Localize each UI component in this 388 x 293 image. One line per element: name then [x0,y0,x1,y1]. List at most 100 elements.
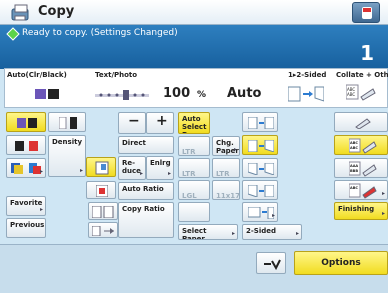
original-type-button[interactable] [86,181,116,199]
zoom-plus-button[interactable]: + [146,112,174,134]
enlarge-label: Enlrg [150,159,171,167]
svg-text:ABC: ABC [350,186,358,190]
staple-sort-icon: ABC [349,183,377,199]
color-options-button[interactable]: ▸ [6,158,46,178]
user-menu-button[interactable] [352,2,380,23]
density-lighter-darker-button[interactable] [48,112,86,132]
two-sided-button[interactable]: 2-Sided ▸ [242,224,302,240]
direct-button[interactable]: Direct [118,136,174,154]
density-slider-icon [95,90,149,100]
zoom-unit: % [197,90,207,100]
previous-settings-label: Previous Settings [10,221,45,229]
submenu-arrow-icon: ▸ [79,167,83,174]
duplex-options-button[interactable]: ▸ [242,202,278,222]
density-button[interactable]: Density ▸ [48,135,86,177]
paper-11x17-button[interactable]: 11x17 [212,180,240,200]
group-icon: AAABBB [349,161,377,177]
duplex-2to1-button[interactable] [242,180,278,200]
original-size-button[interactable] [88,202,118,220]
finishing-button-label: Finishing [338,205,375,213]
plus-label: + [156,113,168,129]
collate-button[interactable]: ABC ABC [334,135,388,155]
group-button[interactable]: AAA BBB [334,158,388,178]
paper-lgl-label: LGL [182,192,197,200]
two-sided-label: 2-Sided [246,227,276,235]
zoom-minus-button[interactable]: − [118,112,146,134]
duplex-label: 1▸2-Sided [288,71,327,79]
status-message: Ready to copy. (Settings Changed) [22,28,178,38]
svg-text:ABC: ABC [347,92,355,97]
reduce-button[interactable]: Re- duce ▸ [118,156,146,180]
svg-text:BBB: BBB [350,169,358,173]
paper-ltr-button[interactable]: LTR [178,136,210,156]
density-label: Density [52,138,83,146]
mixed-originals-icon [92,226,114,236]
staple-icon [355,118,371,129]
favorite-settings-button[interactable]: Favorite Settings ▸ [6,196,46,216]
copy-ratio-button[interactable]: Copy Ratio [118,202,174,238]
submenu-arrow-icon: ▸ [381,190,385,197]
duplex-2to2-button[interactable] [242,158,278,178]
color-mode-setting[interactable]: Auto(Clr/Black) [5,69,89,107]
color-black-icon [17,118,37,128]
staple-button[interactable]: ABC ▸ [334,180,388,200]
change-paper-button[interactable]: Chg. Paper ▸ [212,136,240,156]
duplex-setting[interactable]: 1▸2-Sided [282,69,332,107]
auto-ratio-button[interactable]: Auto Ratio [118,182,174,200]
direct-label: Direct [122,139,146,147]
finishing-setting[interactable]: Collate + Other ABC ABC [334,69,388,107]
paper-select-setting[interactable]: Auto [217,69,281,107]
paper-ltr-b-label: LTR [216,170,230,178]
current-settings-row: Auto(Clr/Black) Text/Photo 100 % Auto 1▸… [4,68,388,108]
previous-settings-button[interactable]: Previous Settings [6,218,46,238]
submenu-arrow-icon: ▸ [271,212,275,219]
color-mode-label: Auto(Clr/Black) [7,71,67,79]
minus-label: − [128,113,140,129]
auto-ratio-label: Auto Ratio [122,185,164,193]
finishing-label: Collate + Other [336,71,388,79]
paper-value: Auto [227,86,262,101]
contrast-icon [59,117,77,129]
duplex-1to2-button[interactable] [242,135,278,155]
finishing-button[interactable]: Finishing ▸ [334,202,388,220]
paper-ltr-label: LTR [182,148,196,156]
color-auto-button[interactable] [6,112,46,132]
options-button[interactable]: Options [294,251,388,275]
one-to-two-sided-icon [248,140,274,152]
svg-text:ABC: ABC [350,141,358,145]
submenu-arrow-icon: ▸ [139,170,143,177]
function-grid: ▸ Density ▸ Favorite Settings ▸ Previous… [4,110,388,240]
finishing-off-button[interactable] [334,112,388,132]
two-to-two-sided-icon [248,163,274,175]
paper-11x17-label: 11x17 [216,192,240,200]
paper-lgl-button[interactable]: LGL [178,180,210,200]
ready-icon [6,27,20,41]
text-photo-button[interactable] [86,157,116,177]
shortcut-icon [264,259,281,270]
photo-icon [96,185,108,197]
one-to-one-sided-icon [248,117,274,129]
status-bar: Ready to copy. (Settings Changed) 1 [0,25,388,69]
enlarge-button[interactable]: Enlrg ▸ [146,156,174,180]
duplex-1to1-button[interactable] [242,112,278,132]
paper-tray-button[interactable] [178,202,210,222]
paper-ltrr-button[interactable]: LTR [178,158,210,178]
book-to-two-sided-icon [248,207,274,219]
copy-ratio-setting[interactable]: 100 % [155,69,215,107]
select-paper-button[interactable]: Select Paper ▸ [178,224,238,240]
two-to-one-sided-icon [248,185,274,197]
mixed-originals-button[interactable] [88,222,118,238]
paper-ltr-b-button[interactable]: LTR [212,158,240,178]
original-type-label: Text/Photo [95,71,138,79]
bottom-bar: Options [0,244,388,293]
app-title: Copy [38,4,75,19]
copy-ratio-label: Copy Ratio [122,205,165,213]
original-type-setting[interactable]: Text/Photo [91,69,151,107]
submenu-arrow-icon: ▸ [381,210,385,217]
options-label: Options [321,258,361,268]
black-mode-button[interactable] [6,135,46,155]
black-mode-icon [15,141,38,151]
quick-menu-button[interactable] [256,252,286,274]
auto-select-paper-button[interactable]: Auto Select Paper [178,112,210,134]
submenu-arrow-icon: ▸ [39,168,43,175]
